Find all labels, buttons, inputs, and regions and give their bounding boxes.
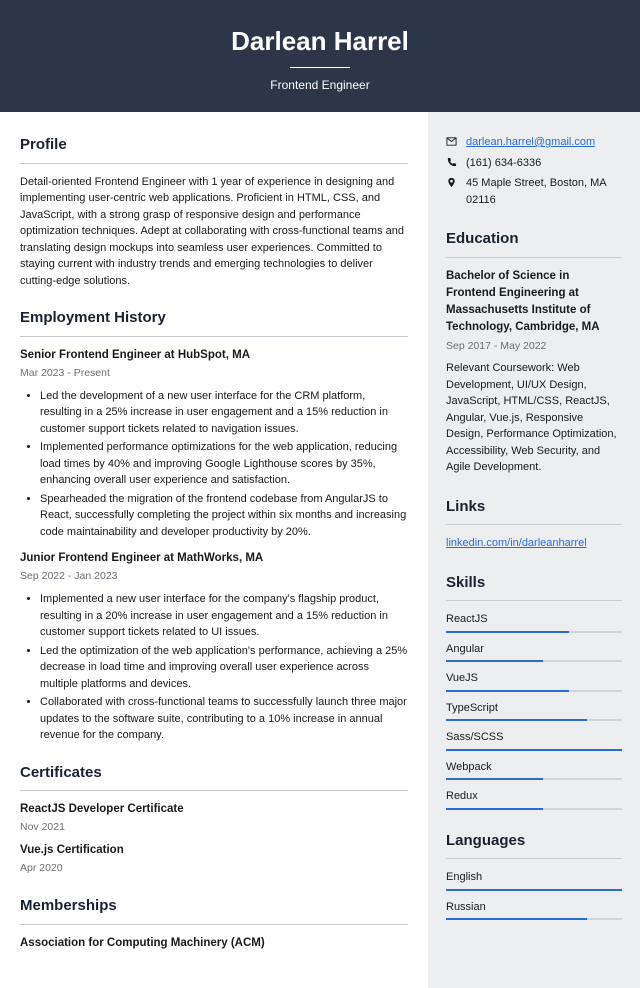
memberships-heading: Memberships	[20, 895, 408, 918]
education-section: Education Bachelor of Science in Fronten…	[446, 228, 622, 476]
language-item-label: Russian	[446, 899, 622, 916]
certificate-entry: Vue.js Certification Apr 2020	[20, 842, 408, 877]
section-rule	[446, 524, 622, 525]
job-title: Junior Frontend Engineer at MathWorks, M…	[20, 550, 408, 567]
links-section: Links linkedin.com/in/darleanharrel	[446, 496, 622, 552]
certificates-heading: Certificates	[20, 762, 408, 785]
candidate-name: Darlean Harrel	[0, 22, 640, 61]
side-column: darlean.harrel@gmail.com (161) 634-6336 …	[428, 112, 640, 988]
main-column: Profile Detail-oriented Frontend Enginee…	[0, 112, 428, 988]
contact-address-row: 45 Maple Street, Boston, MA 02116	[446, 175, 622, 208]
certificate-title: Vue.js Certification	[20, 842, 408, 859]
education-title: Bachelor of Science in Frontend Engineer…	[446, 268, 622, 337]
language-item: Russian	[446, 899, 622, 921]
job-bullet: Led the development of a new user interf…	[40, 388, 408, 438]
education-heading: Education	[446, 228, 622, 251]
resume-header: Darlean Harrel Frontend Engineer	[0, 0, 640, 112]
languages-heading: Languages	[446, 830, 622, 853]
job-bullet: Led the optimization of the web applicat…	[40, 643, 408, 693]
skill-item: Sass/SCSS	[446, 729, 622, 751]
certificates-section: Certificates ReactJS Developer Certifica…	[20, 762, 408, 878]
job-dates: Sep 2022 - Jan 2023	[20, 569, 408, 585]
contact-phone-row: (161) 634-6336	[446, 155, 622, 172]
job-bullet: Spearheaded the migration of the fronten…	[40, 491, 408, 541]
contact-phone: (161) 634-6336	[466, 155, 541, 172]
contact-email[interactable]: darlean.harrel@gmail.com	[466, 134, 595, 151]
section-rule	[446, 600, 622, 601]
language-item: English	[446, 869, 622, 891]
job-dates: Mar 2023 - Present	[20, 366, 408, 382]
skill-item: Redux	[446, 788, 622, 810]
section-rule	[446, 257, 622, 258]
skill-item: ReactJS	[446, 611, 622, 633]
skill-item-label: TypeScript	[446, 700, 622, 717]
membership-title: Association for Computing Machinery (ACM…	[20, 935, 408, 952]
section-rule	[20, 163, 408, 164]
skills-heading: Skills	[446, 572, 622, 595]
profile-section: Profile Detail-oriented Frontend Enginee…	[20, 134, 408, 289]
language-item-bar	[446, 918, 622, 920]
contact-section: darlean.harrel@gmail.com (161) 634-6336 …	[446, 134, 622, 208]
job-entry: Senior Frontend Engineer at HubSpot, MA …	[20, 347, 408, 541]
contact-email-row: darlean.harrel@gmail.com	[446, 134, 622, 151]
job-bullet: Implemented a new user interface for the…	[40, 591, 408, 641]
language-item-label: English	[446, 869, 622, 886]
skill-item-label: VueJS	[446, 670, 622, 687]
skill-item: Webpack	[446, 759, 622, 781]
job-bullets: Implemented a new user interface for the…	[20, 591, 408, 744]
skill-item-bar	[446, 719, 622, 721]
profile-text: Detail-oriented Frontend Engineer with 1…	[20, 174, 408, 290]
employment-heading: Employment History	[20, 307, 408, 330]
phone-icon	[446, 155, 458, 168]
memberships-section: Memberships Association for Computing Ma…	[20, 895, 408, 952]
job-entry: Junior Frontend Engineer at MathWorks, M…	[20, 550, 408, 744]
section-rule	[446, 858, 622, 859]
header-divider	[290, 67, 350, 68]
language-item-bar	[446, 889, 622, 891]
links-heading: Links	[446, 496, 622, 519]
skill-item: Angular	[446, 641, 622, 663]
skill-item-bar	[446, 778, 622, 780]
skill-item-label: Webpack	[446, 759, 622, 776]
skills-section: Skills ReactJS Angular VueJS TypeScript Sass…	[446, 572, 622, 810]
certificate-date: Apr 2020	[20, 861, 408, 877]
certificate-date: Nov 2021	[20, 820, 408, 836]
section-rule	[20, 790, 408, 791]
section-rule	[20, 924, 408, 925]
skill-item-label: Redux	[446, 788, 622, 805]
languages-section: Languages English Russian	[446, 830, 622, 921]
skill-item-bar	[446, 660, 622, 662]
skill-item-label: Angular	[446, 641, 622, 658]
email-icon	[446, 134, 458, 147]
certificate-entry: ReactJS Developer Certificate Nov 2021	[20, 801, 408, 836]
content-columns: Profile Detail-oriented Frontend Enginee…	[0, 112, 640, 988]
employment-section: Employment History Senior Frontend Engin…	[20, 307, 408, 744]
contact-address: 45 Maple Street, Boston, MA 02116	[466, 175, 622, 208]
skill-item-bar	[446, 690, 622, 692]
education-dates: Sep 2017 - May 2022	[446, 339, 622, 355]
skill-item-bar	[446, 808, 622, 810]
skill-item-label: ReactJS	[446, 611, 622, 628]
job-title: Senior Frontend Engineer at HubSpot, MA	[20, 347, 408, 364]
skill-item: TypeScript	[446, 700, 622, 722]
education-text: Relevant Coursework: Web Development, UI…	[446, 360, 622, 476]
job-bullet: Implemented performance optimizations fo…	[40, 439, 408, 489]
certificate-title: ReactJS Developer Certificate	[20, 801, 408, 818]
section-rule	[20, 336, 408, 337]
location-icon	[446, 175, 458, 188]
profile-heading: Profile	[20, 134, 408, 157]
skill-item: VueJS	[446, 670, 622, 692]
candidate-role: Frontend Engineer	[0, 76, 640, 94]
skill-item-bar	[446, 631, 622, 633]
job-bullets: Led the development of a new user interf…	[20, 388, 408, 541]
skill-item-label: Sass/SCSS	[446, 729, 622, 746]
linkedin-link[interactable]: linkedin.com/in/darleanharrel	[446, 537, 587, 549]
job-bullet: Collaborated with cross-functional teams…	[40, 694, 408, 744]
skill-item-bar	[446, 749, 622, 751]
